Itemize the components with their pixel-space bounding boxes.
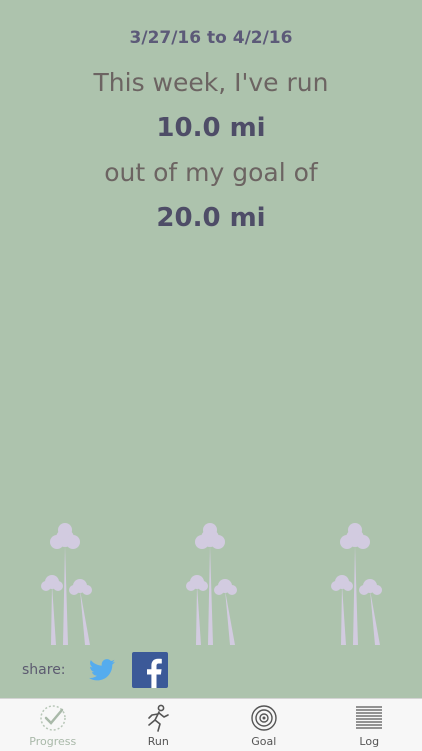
goal-text: out of my goal of — [0, 158, 422, 187]
tab-bar: Progress Run — [0, 698, 422, 751]
target-icon — [248, 703, 280, 733]
facebook-share-button[interactable] — [132, 652, 168, 688]
palm-tree-icon — [185, 520, 265, 645]
palm-tree-icon — [330, 520, 410, 645]
tab-log[interactable]: Log — [317, 699, 422, 751]
progress-check-icon — [37, 703, 69, 733]
list-lines-icon — [353, 703, 385, 733]
runner-icon — [142, 703, 174, 733]
tab-goal[interactable]: Goal — [211, 699, 317, 751]
goal-distance-value: 20.0 mi — [0, 203, 422, 233]
tab-goal-label: Goal — [251, 735, 276, 748]
twitter-icon — [89, 659, 115, 681]
palm-tree-icon — [40, 520, 120, 645]
share-label: share: — [22, 662, 66, 678]
tab-progress[interactable]: Progress — [0, 699, 106, 751]
tab-progress-label: Progress — [29, 735, 76, 748]
progress-screen: 3/27/16 to 4/2/16 This week, I've run 10… — [0, 0, 422, 698]
facebook-icon — [132, 652, 168, 688]
twitter-share-button[interactable] — [88, 657, 116, 683]
tab-log-label: Log — [359, 735, 379, 748]
tab-run[interactable]: Run — [106, 699, 212, 751]
date-range: 3/27/16 to 4/2/16 — [0, 28, 422, 48]
tab-run-label: Run — [148, 735, 169, 748]
share-bar: share: — [22, 650, 168, 690]
distance-run-value: 10.0 mi — [0, 113, 422, 143]
this-week-text: This week, I've run — [0, 68, 422, 97]
palm-trees-illustration — [0, 520, 422, 650]
